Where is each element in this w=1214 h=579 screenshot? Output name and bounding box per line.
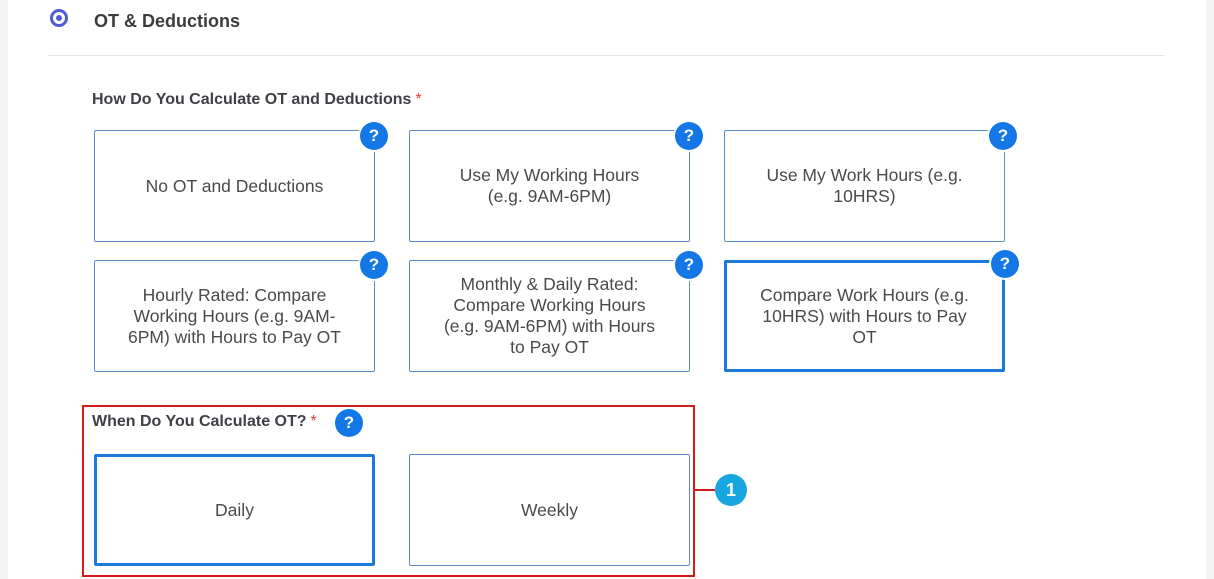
option-hourly-rated[interactable]: Hourly Rated: Compare Working Hours (e.g… <box>94 260 375 372</box>
option-work-hours[interactable]: Use My Work Hours (e.g. 10HRS) <box>724 130 1005 242</box>
question-circle-icon[interactable]: ? <box>991 250 1019 278</box>
option-working-hours[interactable]: Use My Working Hours (e.g. 9AM-6PM) <box>409 130 690 242</box>
option-label: Use My Working Hours (e.g. 9AM-6PM) <box>459 165 640 206</box>
option-weekly[interactable]: Weekly <box>409 454 690 566</box>
option-label: No OT and Deductions <box>145 175 324 196</box>
option-label: Monthly & Daily Rated: Compare Working H… <box>443 274 656 357</box>
option-label: Hourly Rated: Compare Working Hours (e.g… <box>128 284 341 347</box>
section-title: OT & Deductions <box>94 11 241 31</box>
page: OT & Deductions How Do You Calculate OT … <box>8 0 1206 579</box>
question-circle-icon[interactable]: ? <box>360 251 388 279</box>
annotation-connector <box>695 489 715 491</box>
calc-method-label: How Do You Calculate OT and Deductions * <box>92 91 422 109</box>
question-circle-icon[interactable]: ? <box>989 122 1017 150</box>
option-label: Compare Work Hours (e.g. 10HRS) with Hou… <box>760 284 969 347</box>
calc-timing-label: When Do You Calculate OT? * <box>92 413 317 431</box>
option-monthly-daily-rated[interactable]: Monthly & Daily Rated: Compare Working H… <box>409 260 690 372</box>
annotation-badge: 1 <box>715 474 747 506</box>
required-mark: * <box>310 413 317 430</box>
question-circle-icon[interactable]: ? <box>335 409 363 437</box>
question-circle-icon[interactable]: ? <box>675 122 703 150</box>
option-label: Weekly <box>520 499 579 520</box>
option-daily[interactable]: Daily <box>94 454 375 566</box>
option-no-ot[interactable]: No OT and Deductions <box>94 130 375 242</box>
option-label: Use My Work Hours (e.g. 10HRS) <box>766 165 963 206</box>
calc-method-label-text: How Do You Calculate OT and Deductions <box>92 91 412 108</box>
section-header: OT & Deductions <box>48 0 1165 56</box>
option-label: Daily <box>215 499 254 520</box>
calc-timing-label-text: When Do You Calculate OT? <box>92 413 307 430</box>
required-mark: * <box>415 91 422 108</box>
question-circle-icon[interactable]: ? <box>675 251 703 279</box>
radio-dot <box>56 15 62 21</box>
radio-selected-icon[interactable] <box>50 9 68 27</box>
option-compare-work-hours[interactable]: Compare Work Hours (e.g. 10HRS) with Hou… <box>724 260 1005 372</box>
question-circle-icon[interactable]: ? <box>360 122 388 150</box>
